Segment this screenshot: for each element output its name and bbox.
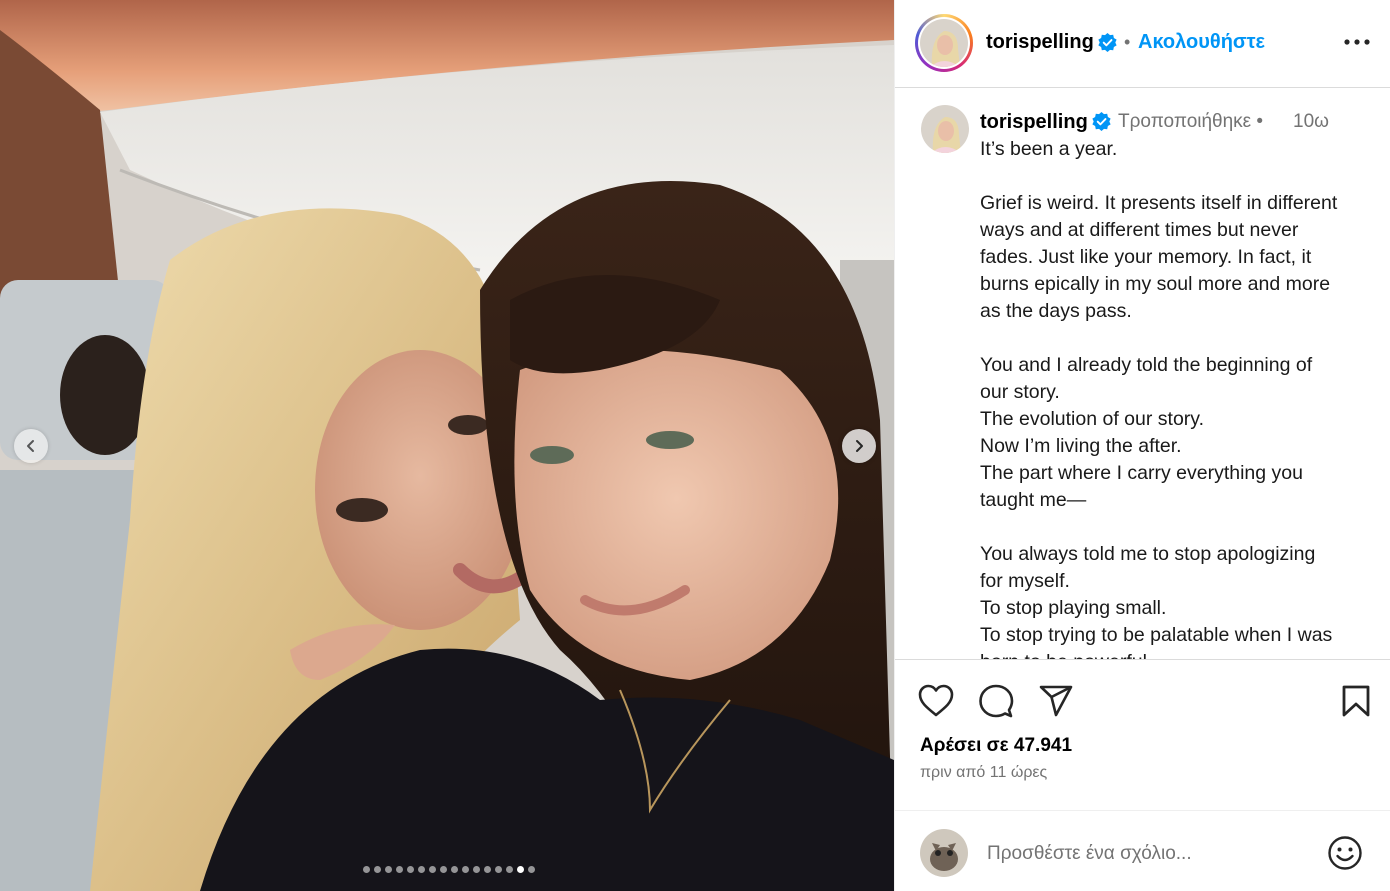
caption-text: It’s been a year. Grief is weird. It pres… [980,136,1380,659]
caption-line: To stop trying to be palatable when I wa… [980,624,1333,646]
caption-line: taught me— [980,489,1087,511]
emoji-icon[interactable] [1327,835,1363,871]
story-ring[interactable] [915,14,973,72]
carousel-dot [462,866,469,873]
carousel-dot [396,866,403,873]
carousel-dot [407,866,414,873]
header-separator: • [1124,32,1131,52]
share-button[interactable] [1037,682,1075,720]
carousel-dot [451,866,458,873]
caption-line: It’s been a year. [980,138,1118,160]
current-user-avatar [920,829,968,877]
carousel-dot [473,866,480,873]
post-panel: torispelling • Ακολουθήστε torispelling [894,0,1390,891]
caption-line: for myself. [980,570,1070,592]
caption-line: To stop playing small. [980,597,1167,619]
chevron-right-icon [856,440,863,452]
verified-badge-icon [1098,33,1117,52]
carousel-dot-active [517,866,524,873]
carousel-dot [385,866,392,873]
more-options-button[interactable] [1341,30,1373,54]
caption-line: as the days pass. [980,300,1132,322]
previous-slide-button[interactable] [14,429,48,463]
profile-avatar [920,19,968,67]
likes-count[interactable]: Αρέσει σε 47.941 [920,735,1072,757]
carousel-dot [374,866,381,873]
carousel-dot [528,866,535,873]
caption-username[interactable]: torispelling [980,111,1088,134]
send-icon [1039,685,1073,717]
comment-icon [979,684,1014,718]
header-username[interactable]: torispelling [986,31,1094,54]
more-horizontal-icon [1344,39,1370,45]
caption-line: Grief is weird. It presents itself in di… [980,192,1338,214]
carousel-dot [506,866,513,873]
follow-button[interactable]: Ακολουθήστε [1138,31,1265,54]
carousel-dot [418,866,425,873]
verified-badge-icon [1092,112,1111,131]
caption-avatar[interactable] [921,105,969,153]
heart-icon [918,684,954,717]
caption-section: torispelling Τροποποιήθηκε • 10ω It’s be… [895,89,1390,660]
caption-line: The part where I carry everything you [980,462,1303,484]
caption-line: You always told me to stop apologizing [980,543,1316,565]
post-photo [0,0,894,891]
bookmark-icon [1342,685,1370,717]
action-bar [895,678,1390,722]
comment-bar [895,810,1390,891]
caption-blank-line [980,325,1380,352]
caption-line: You and I already told the beginning of [980,354,1313,376]
post-header: torispelling • Ακολουθήστε [895,0,1390,88]
carousel-dot [484,866,491,873]
caption-line: The evolution of our story. [980,408,1205,430]
caption-line: Now I’m living the after. [980,435,1182,457]
carousel-dot [495,866,502,873]
post-media [0,0,894,891]
carousel-dot [429,866,436,873]
caption-blank-line [980,514,1380,541]
comment-input[interactable] [987,837,1317,871]
caption-line: fades. Just like your memory. In fact, i… [980,246,1312,268]
comment-button[interactable] [977,682,1015,720]
carousel-dot [363,866,370,873]
like-button[interactable] [917,682,955,720]
caption-blank-line [980,163,1380,190]
caption-line: our story. [980,381,1060,403]
next-slide-button[interactable] [842,429,876,463]
save-button[interactable] [1337,682,1375,720]
caption-line: burns epically in my soul more and more [980,273,1331,295]
chevron-left-icon [27,440,34,452]
carousel-dot [440,866,447,873]
edited-label: Τροποποιήθηκε • [1118,111,1264,132]
caption-timestamp[interactable]: 10ω [1293,111,1329,133]
caption-line: ways and at different times but never [980,219,1299,241]
carousel-indicators [0,866,894,876]
caption-line: born to be powerful. [980,649,1380,659]
post-timestamp: πριν από 11 ώρες [920,764,1048,781]
